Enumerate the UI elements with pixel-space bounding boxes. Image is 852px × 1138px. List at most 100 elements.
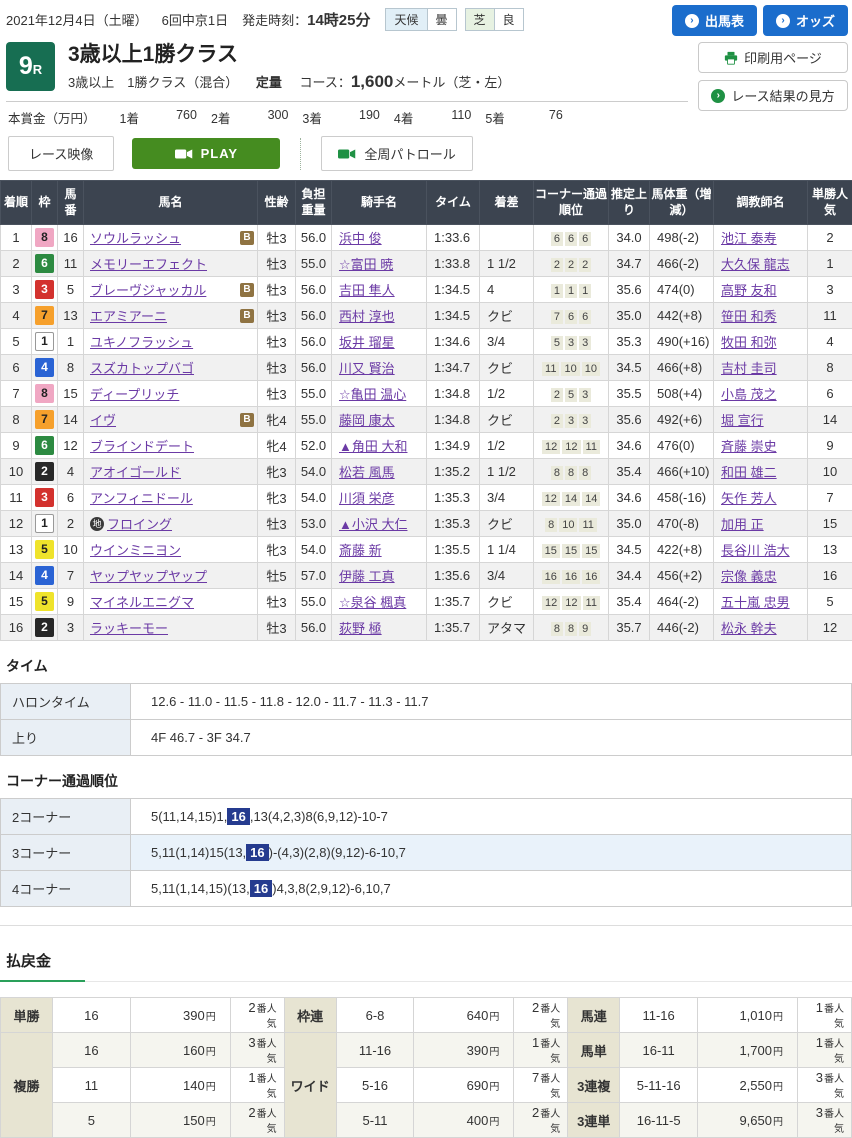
corner-position: 16 [542,570,560,584]
trainer-cell: 小島 茂之 [714,381,808,407]
jockey-cell: ▲角田 大和 [332,433,427,459]
horse-name-link[interactable]: ディープリッチ [90,384,179,403]
last-3f-cell: 35.5 [609,381,650,407]
jockey-link[interactable]: 浜中 俊 [339,231,382,246]
how-to-read-button[interactable]: › レース結果の見方 [698,80,848,111]
trainer-link[interactable]: 松永 幹夫 [721,621,777,636]
horse-weight-cell: 466(+10) [650,459,714,485]
horse-name-link[interactable]: ウインミニヨン [90,540,181,559]
jockey-link[interactable]: ☆泉谷 楓真 [339,595,406,610]
result-row: 7 8 15 ディープリッチ 牡3 55.0 ☆亀田 温心 1:34.8 1/2… [1,381,852,407]
trainer-link[interactable]: 斉藤 崇史 [721,439,777,454]
trainer-link[interactable]: 堀 宣行 [721,413,764,428]
jockey-link[interactable]: ☆亀田 温心 [339,387,406,402]
finish-position: 10 [1,459,32,485]
jockey-link[interactable]: 川須 栄彦 [339,491,395,506]
race-movie-button[interactable]: レース映像 [8,136,114,171]
win-popularity-cell: 1 [808,251,852,277]
patrol-movie-button[interactable]: 全周パトロール [321,136,472,171]
horse-name-link[interactable]: フロイング [107,514,172,533]
jockey-cell: 吉田 隼人 [332,277,427,303]
horse-name-link[interactable]: ソウルラッシュ [90,228,181,247]
trainer-link[interactable]: 矢作 芳人 [721,491,777,506]
horse-name-link[interactable]: エアミアーニ [90,306,167,325]
horse-name-link[interactable]: ヤップヤップヤップ [90,566,207,585]
waku-cell: 5 [32,589,58,615]
play-button[interactable]: PLAY [132,138,280,169]
last-3f-cell: 34.5 [609,355,650,381]
start-time-value: 14時25分 [307,9,370,30]
horse-name-link[interactable]: ブラインドデート [90,436,194,455]
trainer-link[interactable]: 吉村 圭司 [721,361,777,376]
weather-label: 天候 [385,8,427,31]
jockey-cell: ☆亀田 温心 [332,381,427,407]
trainer-link[interactable]: 宗像 義忠 [721,569,777,584]
jockey-link[interactable]: 荻野 極 [339,621,382,636]
jockey-link[interactable]: 斎藤 新 [339,543,382,558]
waku-cell: 2 [32,459,58,485]
jockey-cell: ☆富田 暁 [332,251,427,277]
jockey-link[interactable]: 川又 賢治 [339,361,395,376]
margin-cell [480,225,534,251]
jockey-link[interactable]: ▲角田 大和 [339,439,407,454]
jockey-link[interactable]: 坂井 瑠星 [339,335,395,350]
sex-age: 牝3 [258,485,296,511]
blinker-badge: B [240,309,254,323]
col-horse-weight: 馬体重（増減） [650,181,714,225]
jockey-link[interactable]: 吉田 隼人 [339,283,395,298]
trainer-link[interactable]: 五十嵐 忠男 [721,595,790,610]
print-page-button[interactable]: 印刷用ページ [698,42,848,73]
trainer-link[interactable]: 加用 正 [721,517,764,532]
trainer-link[interactable]: 池江 泰寿 [721,231,777,246]
horse-name-link[interactable]: スズカトップバゴ [90,358,194,377]
jockey-link[interactable]: 藤岡 康太 [339,413,395,428]
horse-name-link[interactable]: イヴ [90,410,116,429]
jockey-link[interactable]: 松若 風馬 [339,465,395,480]
horse-name-cell: アオイゴールド [84,459,258,485]
bet-amount: 2,550円 [698,1068,798,1103]
corner-row-label: 2コーナー [1,799,131,835]
horse-name-link[interactable]: メモリーエフェクト [90,254,207,273]
jockey-link[interactable]: 西村 淳也 [339,309,395,324]
trainer-link[interactable]: 牧田 和弥 [721,335,777,350]
sex-age: 牡3 [258,329,296,355]
corner-position: 3 [565,336,577,350]
last-3f-cell: 35.6 [609,407,650,433]
last-3f-cell: 34.5 [609,537,650,563]
arrow-circle-icon: › [776,14,790,28]
horse-name-link[interactable]: ラッキーモー [90,618,168,637]
trainer-cell: 笹田 和秀 [714,303,808,329]
trainer-link[interactable]: 小島 茂之 [721,387,777,402]
trainer-cell: 長谷川 浩大 [714,537,808,563]
jockey-link[interactable]: ☆富田 暁 [339,257,393,272]
horse-name-link[interactable]: アオイゴールド [90,462,181,481]
win-popularity-cell: 16 [808,563,852,589]
trainer-cell: 松永 幹夫 [714,615,808,641]
corner-row: 4コーナー 5,11(1,14,15)(13,16)4,3,8(2,9,12)-… [1,871,852,907]
jockey-cell: 川須 栄彦 [332,485,427,511]
trainer-link[interactable]: 長谷川 浩大 [721,543,790,558]
corner-row: 2コーナー 5(11,14,15)1,16,13(4,2,3)8(6,9,12)… [1,799,852,835]
result-row: 16 2 3 ラッキーモー 牡3 56.0 荻野 極 1:35.7 アタマ 88… [1,615,852,641]
horse-name-link[interactable]: ブレーヴジャッカル [90,280,206,299]
trainer-link[interactable]: 笹田 和秀 [721,309,777,324]
finish-position: 9 [1,433,32,459]
jockey-link[interactable]: ▲小沢 大仁 [339,517,407,532]
finish-position: 2 [1,251,32,277]
trainer-link[interactable]: 高野 友和 [721,283,777,298]
horse-name-link[interactable]: ユキノフラッシュ [90,332,193,351]
corner-row: 3コーナー 5,11(1,14)15(13,16)-(4,3)(2,8)(9,1… [1,835,852,871]
carried-weight: 56.0 [296,277,332,303]
horse-name-link[interactable]: マイネルエニグマ [90,592,194,611]
corner-position: 6 [565,310,577,324]
prize-item: 1着 760 [106,108,197,127]
trainer-link[interactable]: 和田 雄二 [721,465,777,480]
entry-table-button[interactable]: › 出馬表 [672,5,757,36]
trainer-link[interactable]: 大久保 龍志 [721,257,790,272]
odds-button[interactable]: › オッズ [763,5,848,36]
jockey-cell: 川又 賢治 [332,355,427,381]
time-cell: 1:34.6 [427,329,480,355]
corner-order-cell: 151515 [534,537,609,563]
horse-name-link[interactable]: アンフィニドール [90,488,193,507]
jockey-link[interactable]: 伊藤 工真 [339,569,395,584]
